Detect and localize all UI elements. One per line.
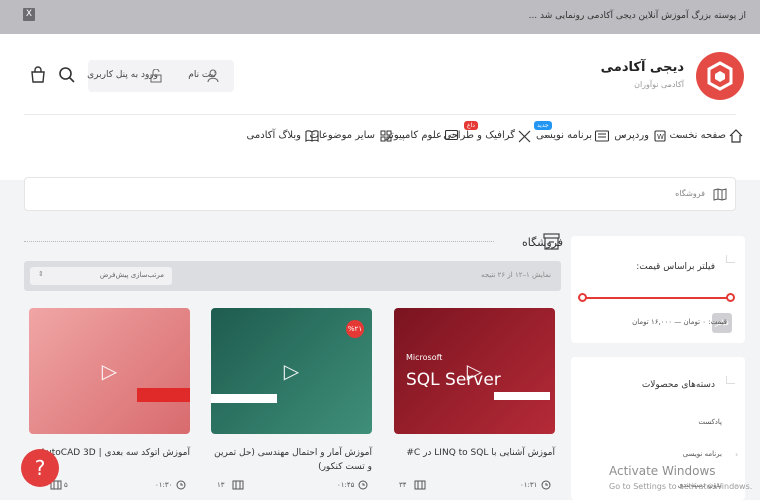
image-banner xyxy=(211,394,277,403)
watermark-title: Activate Windows xyxy=(609,464,716,478)
corner-arrow-icon xyxy=(726,376,735,384)
site-header: دیجی آکادمی آکادمی نوآوران ثبت نام ورود … xyxy=(0,34,760,180)
site-subtitle: آکادمی نوآوران xyxy=(634,80,684,89)
product-lessons: ۳۴ xyxy=(399,481,407,489)
lessons-icon xyxy=(232,480,244,490)
clock-icon xyxy=(541,480,551,490)
product-duration: ۰۱:۴۵ xyxy=(337,481,355,489)
lock-icon xyxy=(150,69,162,83)
lessons-icon xyxy=(414,480,426,490)
product-title[interactable]: آموزش آمار و احتمال مهندسی (حل تمرین و ت… xyxy=(211,446,372,474)
user-add-icon xyxy=(207,69,219,83)
breadcrumb: فروشگاه xyxy=(24,177,736,211)
category-item[interactable]: پادکست xyxy=(698,418,722,426)
price-slider-max-handle[interactable] xyxy=(726,293,735,302)
clock-icon xyxy=(176,480,186,490)
chevron-updown-icon: ⇕ xyxy=(38,270,44,278)
categories-widget: دسته‌های محصولات xyxy=(571,357,745,500)
chevron-down-icon: ⌄ xyxy=(543,130,550,139)
product-image-brand: Microsoft xyxy=(406,353,443,362)
site-title[interactable]: دیجی آکادمی xyxy=(601,60,684,75)
sort-select[interactable]: مرتب‌سازی پیش‌فرض ⇕ xyxy=(30,267,172,285)
question-icon[interactable]: ? xyxy=(21,449,59,487)
result-count: نمایش ۱–۱۲ از ۲۶ نتیجه xyxy=(480,271,551,279)
product-image-text: SQL Server xyxy=(406,370,501,390)
chevron-down-icon: ⌄ xyxy=(675,130,682,139)
play-icon[interactable]: ▷ xyxy=(467,359,482,383)
wordpress-icon: W xyxy=(654,130,666,142)
product-image[interactable]: %۲۱ ▷ xyxy=(211,308,372,434)
chevron-left-icon: ‹ xyxy=(735,450,739,459)
keyboard-icon xyxy=(595,130,609,142)
watermark-subtitle: Go to Settings to activate Windows. xyxy=(609,482,753,491)
play-icon[interactable]: ▷ xyxy=(284,359,299,383)
grid-icon xyxy=(380,130,392,142)
new-badge: جدید xyxy=(534,121,552,130)
svg-text:</>: </> xyxy=(448,134,458,140)
map-icon xyxy=(713,188,727,201)
title-divider xyxy=(24,241,494,242)
product-lessons: ۱۳ xyxy=(217,481,225,489)
image-banner xyxy=(137,388,190,402)
logo-icon[interactable] xyxy=(696,52,744,100)
page-title: فروشگاه xyxy=(521,236,563,249)
price-slider-min-handle[interactable] xyxy=(578,293,587,302)
design-tools-icon xyxy=(518,130,531,143)
breadcrumb-current[interactable]: فروشگاه xyxy=(675,189,705,198)
price-range-label: قیمت: ۰ تومان — ۱۶,۰۰۰ تومان xyxy=(632,318,727,326)
nav-item-other-topics[interactable]: سایر موضوعات xyxy=(309,130,375,141)
corner-arrow-icon xyxy=(726,255,735,263)
svg-text:W: W xyxy=(657,133,664,141)
header-divider xyxy=(24,114,736,115)
sort-select-value: مرتب‌سازی پیش‌فرض xyxy=(99,271,164,279)
price-slider-track[interactable] xyxy=(580,297,731,299)
announcement-text[interactable]: از پوسته بزرگ آموزش آنلاین دیجی آکادمی ر… xyxy=(529,11,746,21)
product-title[interactable]: آموزش آشنایی با LINQ to SQL در C# xyxy=(394,446,555,460)
play-icon[interactable]: ▷ xyxy=(102,359,117,383)
search-icon[interactable] xyxy=(58,66,76,84)
login-link[interactable]: ورود به پنل کاربری xyxy=(87,70,158,80)
nav-item-blog[interactable]: وبلاگ آکادمی xyxy=(247,130,301,141)
category-item[interactable]: برنامه نویسی xyxy=(683,450,722,458)
hot-badge: داغ xyxy=(464,121,478,130)
auth-box: ثبت نام ورود به پنل کاربری xyxy=(87,60,234,92)
sort-bar: نمایش ۱–۱۲ از ۲۶ نتیجه مرتب‌سازی پیش‌فرض… xyxy=(24,261,561,291)
product-image[interactable]: Microsoft SQL Server ▷ xyxy=(394,308,555,434)
image-banner xyxy=(494,392,550,400)
price-filter-title: فیلتر براساس قیمت: xyxy=(636,262,715,272)
home-icon xyxy=(729,129,743,143)
close-icon[interactable]: X xyxy=(23,8,35,21)
clock-icon xyxy=(358,480,368,490)
nav-item-computer-science[interactable]: علوم کامپیوتر xyxy=(386,130,442,141)
product-duration: ۰۱:۳۰ xyxy=(155,481,173,489)
product-lessons: ۵ xyxy=(64,481,68,489)
product-image[interactable]: ▷ xyxy=(29,308,190,434)
computer-icon: </> xyxy=(445,130,458,141)
cart-icon[interactable] xyxy=(30,66,46,84)
chevron-down-icon: ⌄ xyxy=(620,130,627,139)
announcement-bar: X از پوسته بزرگ آموزش آنلاین دیجی آکادمی… xyxy=(0,0,760,34)
product-duration: ۰۱:۳۱ xyxy=(520,481,538,489)
discount-badge: %۲۱ xyxy=(346,320,364,338)
categories-title: دسته‌های محصولات xyxy=(641,380,715,390)
book-icon xyxy=(305,130,319,142)
